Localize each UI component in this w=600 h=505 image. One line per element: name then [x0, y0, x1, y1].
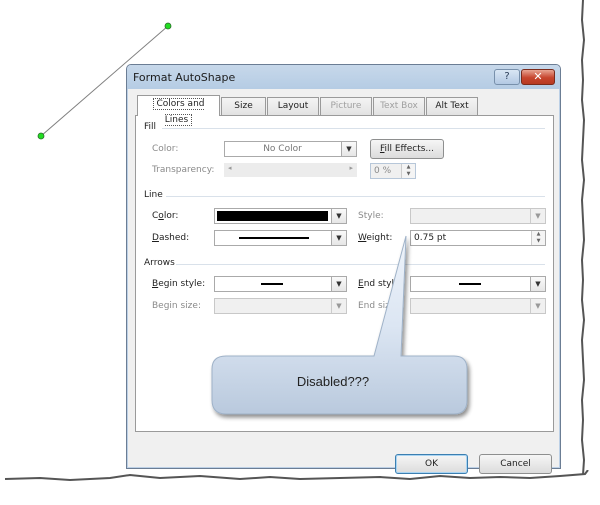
- chevron-down-icon[interactable]: ▼: [530, 277, 545, 291]
- chevron-down-icon[interactable]: ▼: [331, 231, 346, 245]
- line-weight-value: 0.75 pt: [414, 233, 447, 243]
- transparency-spinner: 0 % ▲ ▼: [370, 163, 416, 179]
- tab-alt-text[interactable]: Alt Text: [426, 97, 478, 115]
- transparency-slider: ◂ ▸: [224, 163, 357, 177]
- chevron-down-icon[interactable]: ▼: [331, 277, 346, 291]
- chevron-down-icon: ▼: [331, 299, 346, 313]
- torn-edge-right: [580, 0, 586, 475]
- line-group-label: Line: [144, 190, 163, 200]
- fill-effects-label: Fill Effects...: [379, 144, 435, 154]
- line-weight-label: Weight:: [358, 233, 393, 243]
- document-canvas: Format AutoShape ? ✕ Colors and Lines Si…: [0, 0, 600, 505]
- begin-size-dropdown: ▼: [214, 298, 347, 314]
- fill-color-label: Color:: [152, 144, 179, 154]
- slider-left-arrow-icon: ◂: [228, 164, 232, 172]
- callout-text: Disabled???: [296, 374, 370, 389]
- cancel-label: Cancel: [500, 459, 531, 469]
- begin-style-dropdown[interactable]: ▼: [214, 276, 347, 292]
- chevron-down-icon: ▼: [530, 299, 545, 313]
- line-color-swatch: [217, 211, 328, 221]
- spinner-arrows-icon: ▲ ▼: [401, 164, 415, 178]
- tab-text-box: Text Box: [373, 97, 425, 115]
- end-style-dropdown[interactable]: ▼: [410, 276, 546, 292]
- end-size-dropdown: ▼: [410, 298, 546, 314]
- fill-color-dropdown[interactable]: No Color ▼: [224, 141, 357, 157]
- chevron-down-icon[interactable]: ▼: [331, 209, 346, 223]
- transparency-value: 0 %: [374, 166, 392, 176]
- solid-line-sample: [239, 237, 309, 239]
- line-dashed-dropdown[interactable]: ▼: [214, 230, 347, 246]
- help-button[interactable]: ?: [494, 69, 520, 85]
- question-mark-icon: ?: [504, 71, 510, 82]
- arrows-divider: [176, 264, 545, 265]
- line-dashed-label: Dashed:: [152, 233, 190, 243]
- transparency-label: Transparency:: [152, 165, 215, 175]
- line-style-label: Style:: [358, 211, 384, 221]
- arrow-style-sample: [261, 283, 283, 285]
- cancel-button[interactable]: Cancel: [479, 454, 552, 474]
- line-style-dropdown: ▼: [410, 208, 546, 224]
- close-button[interactable]: ✕: [521, 69, 555, 85]
- line-end-handle[interactable]: [164, 22, 172, 30]
- line-color-label: Color:: [152, 211, 179, 221]
- format-autoshape-dialog: Format AutoShape ? ✕ Colors and Lines Si…: [126, 64, 561, 474]
- line-divider: [166, 196, 545, 197]
- fill-divider: [162, 128, 545, 129]
- dialog-titlebar[interactable]: Format AutoShape ? ✕: [127, 65, 560, 89]
- begin-style-label: Begin style:: [152, 279, 206, 289]
- line-color-dropdown[interactable]: ▼: [214, 208, 347, 224]
- tab-layout[interactable]: Layout: [267, 97, 319, 115]
- chevron-down-icon[interactable]: ▼: [341, 142, 356, 156]
- dialog-title: Format AutoShape: [133, 71, 236, 84]
- slider-right-arrow-icon: ▸: [349, 164, 353, 172]
- arrows-group-label: Arrows: [144, 258, 175, 268]
- close-x-icon: ✕: [533, 70, 543, 83]
- chevron-down-icon: ▼: [530, 209, 545, 223]
- fill-effects-button[interactable]: Fill Effects...: [370, 139, 444, 159]
- tab-colors-and-lines[interactable]: Colors and Lines: [137, 95, 220, 126]
- tab-picture: Picture: [320, 97, 372, 115]
- ok-label: OK: [425, 459, 438, 469]
- arrow-style-sample: [459, 283, 481, 285]
- line-start-handle[interactable]: [37, 132, 45, 140]
- tab-size[interactable]: Size: [221, 97, 266, 115]
- spinner-arrows-icon[interactable]: ▲ ▼: [531, 231, 545, 245]
- line-weight-spinner[interactable]: 0.75 pt ▲ ▼: [410, 230, 546, 246]
- end-size-label: End size:: [358, 301, 399, 311]
- end-style-label: End style:: [358, 279, 403, 289]
- begin-size-label: Begin size:: [152, 301, 201, 311]
- fill-group-label: Fill: [144, 122, 157, 132]
- fill-color-value: No Color: [263, 144, 302, 154]
- ok-button[interactable]: OK: [395, 454, 468, 474]
